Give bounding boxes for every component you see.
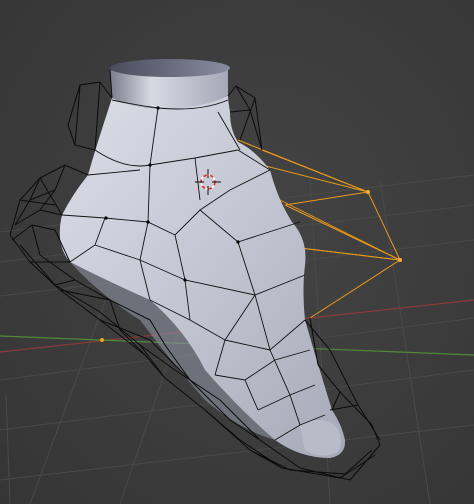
selected-vertex[interactable] [398, 258, 402, 262]
foot-mesh[interactable] [59, 59, 346, 458]
viewport-canvas[interactable] [0, 0, 474, 504]
object-origin-icon [100, 338, 104, 342]
3d-viewport[interactable]: 3D Viewport [0, 0, 474, 504]
selected-vertex[interactable] [366, 190, 370, 194]
